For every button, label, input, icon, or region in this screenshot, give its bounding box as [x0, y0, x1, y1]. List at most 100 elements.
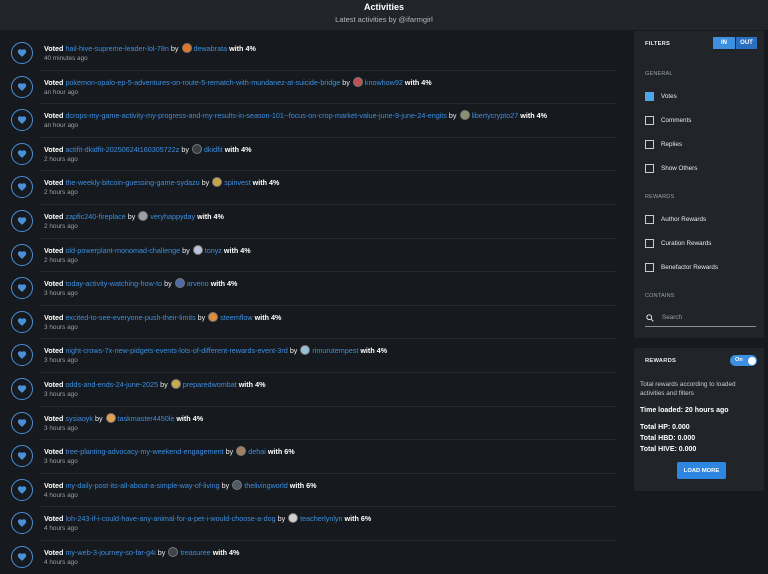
author-link[interactable]: treasuree: [180, 548, 210, 557]
activity-text: Voted night-crows-7x-new-pidgets-events-…: [44, 345, 387, 356]
activity-verb: Voted: [44, 212, 64, 221]
post-link[interactable]: night-crows-7x-new-pidgets-events-lots-o…: [65, 346, 287, 355]
vote-weight: with 4%: [210, 279, 238, 289]
activity-time: 40 minutes ago: [44, 55, 88, 62]
author-link[interactable]: steemflow: [220, 313, 252, 322]
search-field[interactable]: [645, 309, 756, 327]
post-link[interactable]: old-powerplant-monomad-challenge: [65, 246, 180, 255]
avatar[interactable]: [168, 547, 179, 557]
avatar[interactable]: [212, 177, 223, 188]
checkbox-comments[interactable]: [645, 116, 654, 125]
post-link[interactable]: sysiaoyk: [65, 414, 93, 423]
by-label: by: [95, 413, 103, 423]
heart-icon: [11, 344, 33, 367]
checkbox-curation-rewards[interactable]: [645, 239, 654, 248]
author-link[interactable]: dkidfit: [204, 145, 223, 154]
by-label: by: [277, 514, 286, 524]
activity-text: Voted dcrops-my-game-activity-my-progres…: [44, 110, 547, 121]
author-link[interactable]: arveno: [187, 279, 209, 288]
by-label: by: [157, 548, 166, 557]
post-link[interactable]: loh-243-if-i-could-have-any-animal-for-a…: [65, 514, 275, 523]
activity-verb: Voted: [44, 346, 64, 356]
heart-icon: [11, 512, 33, 535]
author-link[interactable]: dewabrata: [194, 44, 228, 53]
avatar[interactable]: [352, 76, 363, 87]
author-link[interactable]: dehai: [248, 447, 266, 456]
post-link[interactable]: odds-and-ends-24-june-2025: [65, 380, 158, 389]
page-title: Activities: [363, 2, 405, 12]
author-link[interactable]: thelivingworld: [244, 481, 288, 490]
activity-verb: Voted: [44, 447, 64, 457]
activity-text: Voted loh-243-if-i-could-have-any-animal…: [44, 513, 371, 524]
avatar[interactable]: [459, 110, 470, 121]
checkbox-show-others[interactable]: [645, 164, 654, 173]
author-link[interactable]: spinvest: [224, 178, 250, 187]
heart-icon: [11, 310, 33, 333]
author-link[interactable]: knowhow92: [365, 78, 403, 87]
checkbox-author-rewards[interactable]: [645, 215, 654, 224]
rewards-switch-label: On: [735, 357, 743, 363]
activity-verb: Voted: [44, 111, 64, 121]
filter-replies[interactable]: Replies: [645, 140, 682, 149]
avatar[interactable]: [288, 513, 299, 524]
heart-icon: [11, 445, 33, 468]
vote-weight: with 4%: [197, 212, 224, 221]
post-link[interactable]: actifit-dkidfit-20250624t160305722z: [65, 145, 179, 154]
avatar[interactable]: [192, 244, 203, 255]
avatar[interactable]: [170, 379, 181, 389]
avatar[interactable]: [232, 479, 243, 490]
rewards-toggle-switch[interactable]: On: [730, 355, 757, 366]
search-input[interactable]: [662, 314, 752, 321]
author-link[interactable]: rimurutempest: [312, 346, 358, 355]
toggle-in-button[interactable]: IN: [713, 37, 735, 49]
toggle-out-button[interactable]: OUT: [735, 37, 757, 49]
avatar[interactable]: [105, 412, 116, 423]
filter-benefactor-rewards-label: Benefactor Rewards: [661, 264, 719, 271]
checkbox-benefactor-rewards[interactable]: [645, 263, 654, 272]
filter-comments[interactable]: Comments: [645, 116, 691, 125]
by-label: by: [225, 447, 234, 457]
post-link[interactable]: my-web-3-journey-so-far-g4i: [65, 548, 155, 557]
avatar[interactable]: [191, 143, 202, 154]
by-label: by: [182, 245, 190, 255]
heart-icon: [11, 176, 33, 199]
avatar[interactable]: [174, 278, 185, 289]
author-link[interactable]: libertycrypto27: [472, 111, 519, 120]
avatar[interactable]: [236, 446, 247, 457]
general-section-label: GENERAL: [645, 71, 673, 77]
author-link[interactable]: teacherlynlyn: [300, 514, 342, 523]
author-link[interactable]: taskmaster4450le: [118, 414, 175, 423]
checkbox-replies[interactable]: [645, 140, 654, 149]
post-link[interactable]: excited-to-see-everyone-push-their-limit…: [65, 313, 195, 322]
post-link[interactable]: today-activity-watching-how-to: [65, 279, 162, 288]
post-link[interactable]: pokemon-opalo-ep-5-adventures-on-route-5…: [65, 78, 340, 87]
activity-time: 3 hours ago: [44, 357, 78, 365]
post-link[interactable]: dcrops-my-game-activity-my-progress-and-…: [65, 111, 446, 120]
load-more-button[interactable]: LOAD MORE: [677, 462, 726, 479]
post-link[interactable]: the-weekly-bitcoin-guessing-game-sydazu: [65, 178, 199, 187]
activity-time: an hour ago: [44, 122, 79, 130]
post-link[interactable]: hail-hive-supreme-leader-lol-78n: [65, 44, 168, 53]
activity-verb: Voted: [44, 380, 64, 389]
heart-icon: [11, 42, 33, 64]
activity-text: Voted excited-to-see-everyone-push-their…: [44, 311, 282, 323]
checkbox-votes[interactable]: [645, 92, 654, 101]
vote-weight: with 4%: [254, 312, 282, 322]
activity-row: Voted tree-planting-advocacy-my-weekend-…: [0, 440, 622, 474]
avatar[interactable]: [181, 43, 192, 53]
avatar[interactable]: [208, 311, 219, 322]
avatar[interactable]: [138, 211, 149, 221]
author-link[interactable]: veryhappyday: [150, 212, 195, 221]
author-link[interactable]: tonyz: [205, 246, 222, 255]
filter-curation-rewards[interactable]: Curation Rewards: [645, 239, 711, 248]
avatar[interactable]: [300, 345, 311, 356]
author-link[interactable]: preparedwombat: [183, 380, 237, 389]
filter-author-rewards[interactable]: Author Rewards: [645, 215, 706, 224]
filter-benefactor-rewards[interactable]: Benefactor Rewards: [645, 263, 718, 272]
post-link[interactable]: zapfic240-fireplace: [65, 212, 125, 221]
post-link[interactable]: tree-planting-advocacy-my-weekend-engage…: [65, 447, 223, 456]
post-link[interactable]: my-daily-post-its-all-about-a-simple-way…: [65, 481, 219, 490]
filter-votes[interactable]: Votes: [645, 92, 677, 101]
filter-show-others[interactable]: Show Others: [645, 164, 697, 173]
heart-icon: [11, 142, 33, 165]
